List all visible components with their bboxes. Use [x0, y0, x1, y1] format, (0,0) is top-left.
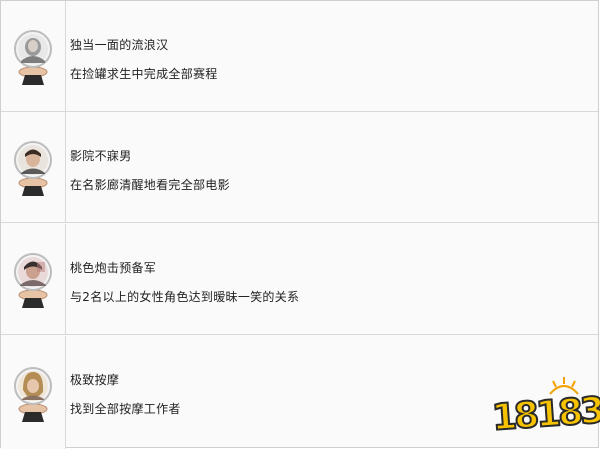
- achievement-title: 桃色炮击预备军: [70, 261, 157, 275]
- table-row: 独当一面的流浪汉 在捡罐求生中完成全部赛程: [1, 1, 598, 112]
- achievement-description: 与2名以上的女性角色达到暧昧一笑的关系: [70, 290, 300, 304]
- achievement-description: 找到全部按摩工作者: [70, 402, 181, 416]
- achievement-title: 影院不寐男: [70, 149, 132, 163]
- trophy-avatar-icon: [14, 253, 52, 308]
- icon-cell: [1, 1, 66, 111]
- icon-cell: [1, 224, 66, 334]
- achievement-title: 极致按摩: [70, 373, 120, 387]
- table-row: 桃色炮击预备军 与2名以上的女性角色达到暧昧一笑的关系: [1, 224, 598, 335]
- achievement-description: 在名影廊清醒地看完全部电影: [70, 178, 230, 192]
- trophy-avatar-icon: [14, 30, 52, 85]
- watermark-logo: 18183: [490, 376, 600, 440]
- table-row: 影院不寐男 在名影廊清醒地看完全部电影: [1, 112, 598, 223]
- trophy-avatar-icon: [14, 366, 52, 422]
- trophy-avatar-icon: [14, 141, 52, 196]
- watermark-text: 18183: [490, 389, 600, 440]
- achievement-description: 在捡罐求生中完成全部赛程: [70, 67, 218, 81]
- text-cell: 桃色炮击预备军 与2名以上的女性角色达到暧昧一笑的关系: [66, 224, 598, 334]
- icon-cell: [1, 112, 66, 222]
- achievement-title: 独当一面的流浪汉: [70, 38, 169, 52]
- text-cell: 影院不寐男 在名影廊清醒地看完全部电影: [66, 112, 598, 222]
- icon-cell: [1, 336, 66, 449]
- text-cell: 独当一面的流浪汉 在捡罐求生中完成全部赛程: [66, 1, 598, 111]
